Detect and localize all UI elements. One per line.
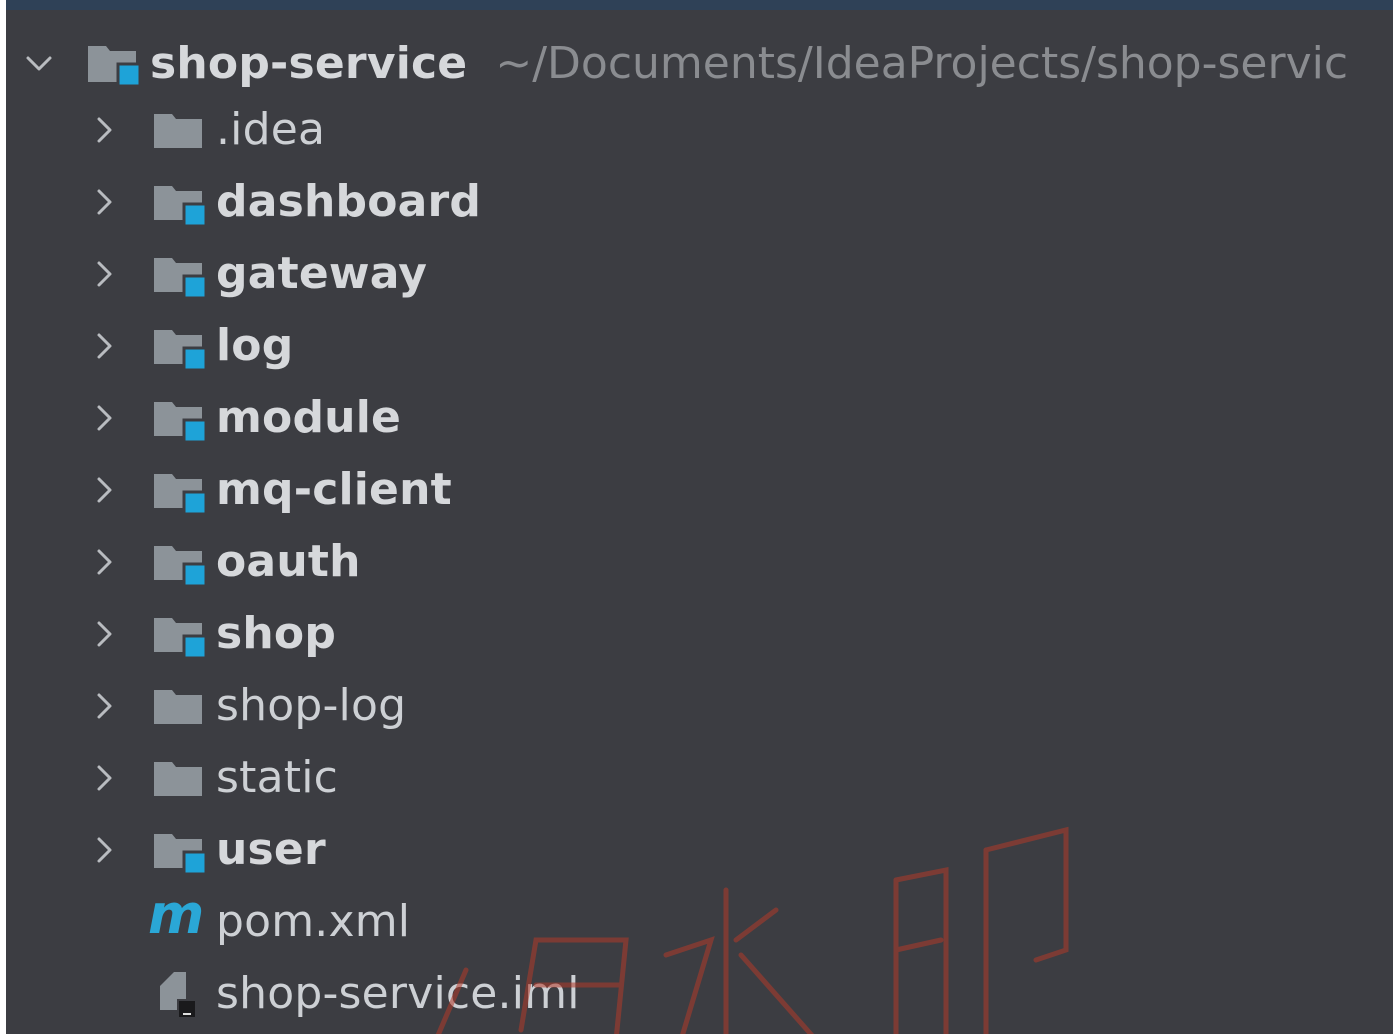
chevron-right-icon[interactable] <box>84 541 126 583</box>
chevron-right-icon[interactable] <box>84 469 126 511</box>
tree-item-label: oauth <box>216 536 361 587</box>
folder-icon <box>150 754 208 802</box>
chevron-right-icon[interactable] <box>84 613 126 655</box>
chevron-right-icon[interactable] <box>84 181 126 223</box>
folder-icon <box>150 106 208 154</box>
tree-item-label: module <box>216 392 402 443</box>
chevron-right-icon[interactable] <box>84 829 126 871</box>
chevron-right-icon[interactable] <box>84 325 126 367</box>
tree-item-label: .idea <box>216 104 326 155</box>
chevron-right-icon[interactable] <box>84 109 126 151</box>
project-tree: shop-service ~/Documents/IdeaProjects/sh… <box>6 36 1393 1030</box>
project-name: shop-service <box>150 38 468 89</box>
tree-item-idea[interactable]: .idea <box>6 94 1393 166</box>
tree-item-label: static <box>216 752 339 803</box>
tree-item-label: user <box>216 824 326 875</box>
project-tree-panel[interactable]: shop-service ~/Documents/IdeaProjects/sh… <box>6 10 1393 1034</box>
tree-item-shop-service-iml[interactable]: shop-service.iml <box>6 958 1393 1030</box>
module-folder-icon <box>150 538 208 586</box>
tree-item-mq-client[interactable]: mq-client <box>6 454 1393 526</box>
tree-item-label: shop-log <box>216 680 407 731</box>
tree-item-shop[interactable]: shop <box>6 598 1393 670</box>
tree-item-module[interactable]: module <box>6 382 1393 454</box>
module-folder-icon <box>150 610 208 658</box>
tree-item-label: shop-service.iml <box>216 968 580 1019</box>
tree-item-static[interactable]: static <box>6 742 1393 814</box>
chevron-right-icon[interactable] <box>84 253 126 295</box>
module-folder-icon <box>150 322 208 370</box>
tree-item-label: mq-client <box>216 464 452 515</box>
tree-root-shop-service[interactable]: shop-service ~/Documents/IdeaProjects/sh… <box>6 34 1393 94</box>
chevron-right-icon[interactable] <box>84 757 126 799</box>
chevron-right-icon[interactable] <box>84 397 126 439</box>
tree-item-log[interactable]: log <box>6 310 1393 382</box>
chevron-right-icon[interactable] <box>84 685 126 727</box>
tree-item-label: log <box>216 320 294 371</box>
module-folder-icon <box>150 826 208 874</box>
folder-icon <box>150 682 208 730</box>
iml-file-icon <box>150 970 208 1018</box>
project-path: ~/Documents/IdeaProjects/shop-servic <box>495 38 1349 89</box>
tree-item-shop-log[interactable]: shop-log <box>6 670 1393 742</box>
module-folder-icon <box>150 178 208 226</box>
tree-item-oauth[interactable]: oauth <box>6 526 1393 598</box>
tree-item-gateway[interactable]: gateway <box>6 238 1393 310</box>
tree-item-label: pom.xml <box>216 896 411 947</box>
title-bar-edge <box>6 0 1393 10</box>
tree-item-dashboard[interactable]: dashboard <box>6 166 1393 238</box>
screenshot-frame: shop-service ~/Documents/IdeaProjects/sh… <box>0 0 1393 1034</box>
module-folder-icon <box>84 40 142 88</box>
tree-item-label: gateway <box>216 248 428 299</box>
module-folder-icon <box>150 250 208 298</box>
maven-glyph: m <box>148 883 205 946</box>
maven-icon: m <box>148 888 208 946</box>
module-folder-icon <box>150 394 208 442</box>
chevron-down-icon[interactable] <box>18 43 60 85</box>
tree-item-user[interactable]: user <box>6 814 1393 886</box>
module-folder-icon <box>150 466 208 514</box>
tree-item-pom-xml[interactable]: m pom.xml <box>6 886 1393 958</box>
tree-item-label: shop <box>216 608 337 659</box>
tree-item-label: dashboard <box>216 176 482 227</box>
